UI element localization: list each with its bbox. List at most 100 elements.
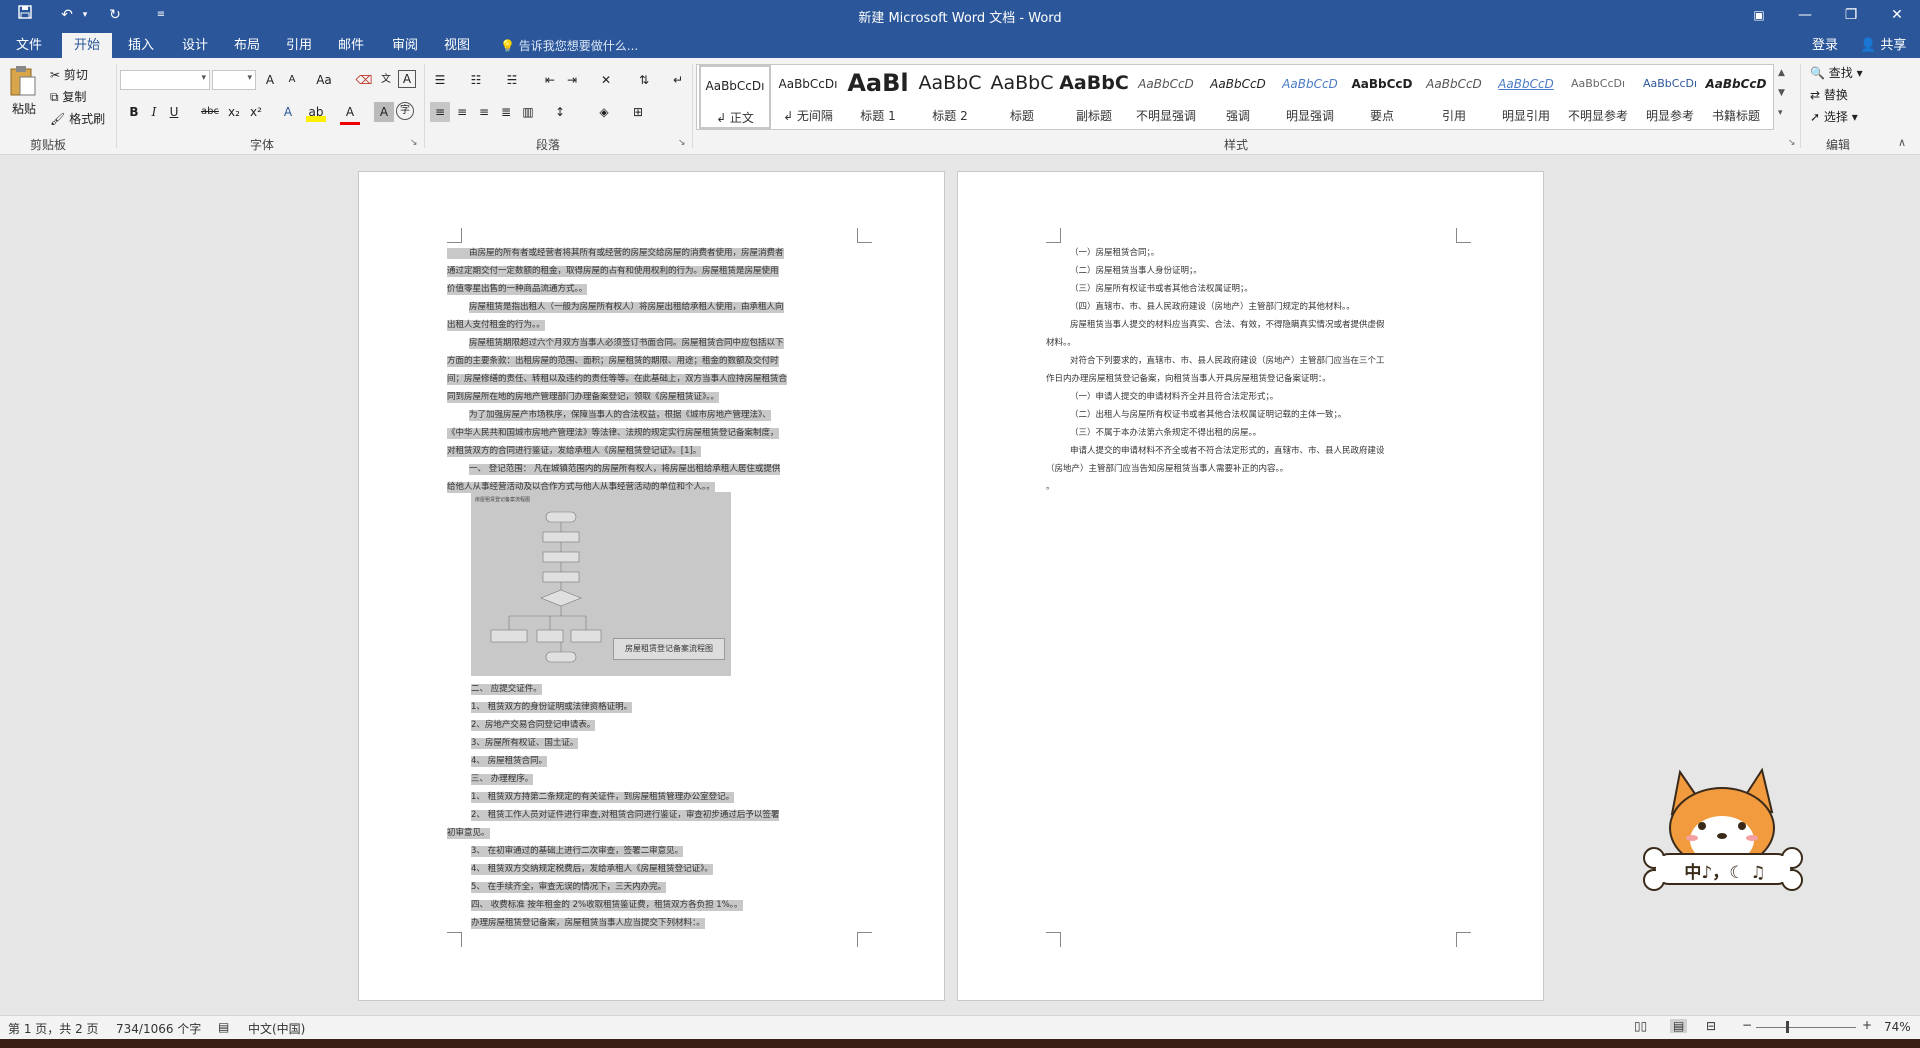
gallery-more-icon[interactable]: ▾: [1778, 108, 1783, 118]
paste-icon[interactable]: [8, 64, 40, 98]
zoom-slider-thumb[interactable]: [1786, 1021, 1789, 1033]
style-no-spacing[interactable]: AaBbCcDı ↲ 无间隔: [773, 65, 843, 129]
tab-layout[interactable]: 布局: [222, 33, 272, 58]
tab-insert[interactable]: 插入: [116, 33, 166, 58]
format-painter-button[interactable]: 🖌 格式刷: [50, 110, 105, 127]
numbering-icon[interactable]: ☷: [466, 70, 486, 90]
char-shading-icon[interactable]: A: [374, 102, 394, 122]
font-size-combo[interactable]: ▾: [212, 70, 256, 90]
style-quote[interactable]: AaBbCcD 引用: [1419, 65, 1489, 129]
style-book-title[interactable]: AaBbCcD 书籍标题: [1705, 65, 1767, 129]
align-center-icon[interactable]: ≡: [452, 102, 472, 122]
grow-font-button[interactable]: A: [260, 70, 280, 90]
tell-me-box[interactable]: 💡 告诉我您想要做什么...: [500, 37, 638, 54]
style-normal[interactable]: AaBbCcDı ↲ 正文: [699, 65, 771, 129]
page-count[interactable]: 第 1 页，共 2 页: [8, 1020, 99, 1037]
minimize-icon[interactable]: —: [1782, 0, 1828, 30]
gallery-scroll-up-icon[interactable]: ▲: [1778, 68, 1785, 78]
style-intense-reference[interactable]: AaBbCcDı 明显参考: [1635, 65, 1705, 129]
paste-button[interactable]: 粘贴: [12, 100, 36, 117]
flowchart-image[interactable]: 房屋租赁登记备案流程图 房屋租赁登记备案流程图: [471, 492, 731, 676]
tab-references[interactable]: 引用: [274, 33, 324, 58]
read-mode-icon[interactable]: ▯▯: [1634, 1019, 1647, 1033]
phonetic-icon[interactable]: 文: [376, 70, 396, 90]
copy-button[interactable]: ⧉ 复制: [50, 88, 86, 105]
word-count[interactable]: 734/1066 个字: [116, 1020, 201, 1037]
subscript-button[interactable]: x₂: [224, 102, 244, 122]
zoom-out-icon[interactable]: −: [1742, 1018, 1752, 1032]
tab-file[interactable]: 文件: [4, 33, 54, 58]
page-1[interactable]: 由房屋的所有者或经营者将其所有或经营的房屋交给房屋的消费者使用，房屋消费者 通过…: [358, 171, 945, 1001]
superscript-button[interactable]: x²: [246, 102, 266, 122]
tab-mailings[interactable]: 邮件: [326, 33, 376, 58]
tab-design[interactable]: 设计: [170, 33, 220, 58]
style-emphasis[interactable]: AaBbCcD 强调: [1203, 65, 1273, 129]
zoom-in-icon[interactable]: +: [1862, 1018, 1872, 1032]
style-subtitle[interactable]: AaBbC 副标题: [1059, 65, 1129, 129]
select-button[interactable]: ➚ 选择 ▾: [1810, 108, 1858, 125]
show-marks-icon[interactable]: ↵: [668, 70, 688, 90]
ribbon-display-icon[interactable]: ▣: [1736, 0, 1782, 30]
tab-review[interactable]: 审阅: [380, 33, 430, 58]
paragraph-dialog-launcher-icon[interactable]: ↘: [678, 138, 686, 148]
zoom-slider-track[interactable]: [1756, 1027, 1856, 1028]
strikethrough-button[interactable]: abc: [198, 102, 222, 122]
styles-dialog-launcher-icon[interactable]: ↘: [1788, 138, 1796, 148]
change-case-button[interactable]: Aa: [310, 70, 338, 90]
underline-button[interactable]: U: [164, 102, 184, 122]
style-title[interactable]: AaBbC 标题: [987, 65, 1057, 129]
italic-button[interactable]: I: [144, 102, 164, 122]
zoom-level[interactable]: 74%: [1884, 1020, 1911, 1034]
language-indicator[interactable]: 中文(中国): [248, 1020, 305, 1037]
style-subtle-emphasis[interactable]: AaBbCcD 不明显强调: [1131, 65, 1201, 129]
justify-icon[interactable]: ≣: [496, 102, 516, 122]
cursor-icon: ➚: [1810, 110, 1821, 124]
font-name-combo[interactable]: ▾: [120, 70, 210, 90]
collapse-ribbon-icon[interactable]: ∧: [1898, 136, 1906, 149]
borders-icon[interactable]: ⊞: [628, 102, 648, 122]
find-button[interactable]: 🔍 查找 ▾: [1810, 64, 1863, 81]
text-effects-icon[interactable]: A: [278, 102, 298, 122]
doc-list-line: 二、 应提交证件。: [471, 684, 542, 695]
decrease-indent-icon[interactable]: ⇤: [540, 70, 560, 90]
shading-icon[interactable]: ◈: [594, 102, 614, 122]
style-intense-emphasis[interactable]: AaBbCcD 明显强调: [1275, 65, 1345, 129]
page-2[interactable]: （一）房屋租赁合同；。 （二）房屋租赁当事人身份证明；。 （三）房屋所有权证书或…: [957, 171, 1544, 1001]
proofing-icon[interactable]: ▤: [218, 1020, 229, 1034]
increase-indent-icon[interactable]: ⇥: [562, 70, 582, 90]
replace-button[interactable]: ⇄ 替换: [1810, 86, 1848, 103]
highlight-icon[interactable]: ab: [306, 102, 326, 122]
share-button[interactable]: 👤 共享: [1848, 33, 1918, 58]
web-layout-icon[interactable]: ⊟: [1706, 1019, 1716, 1033]
style-heading-1[interactable]: AaBl 标题 1: [843, 65, 913, 129]
clear-format-icon[interactable]: ⌫: [354, 70, 374, 90]
char-border-icon[interactable]: A: [398, 70, 416, 88]
gallery-scroll-down-icon[interactable]: ▼: [1778, 88, 1785, 98]
restore-icon[interactable]: ❐: [1828, 0, 1874, 30]
print-layout-icon[interactable]: ▤: [1670, 1019, 1688, 1033]
close-icon[interactable]: ✕: [1874, 0, 1920, 30]
style-subtle-reference[interactable]: AaBbCcDı 不明显参考: [1563, 65, 1633, 129]
asian-layout-icon[interactable]: ✕: [596, 70, 616, 90]
font-dialog-launcher-icon[interactable]: ↘: [410, 138, 418, 148]
tab-view[interactable]: 视图: [432, 33, 482, 58]
bullets-icon[interactable]: ☰: [430, 70, 450, 90]
style-strong[interactable]: AaBbCcD 要点: [1347, 65, 1417, 129]
line-spacing-icon[interactable]: ↕: [550, 102, 570, 122]
enclose-char-icon[interactable]: 字: [396, 102, 414, 120]
distributed-icon[interactable]: ▥: [518, 102, 538, 122]
align-left-icon[interactable]: ≡: [430, 102, 450, 122]
font-color-icon[interactable]: A: [340, 102, 360, 125]
align-right-icon[interactable]: ≡: [474, 102, 494, 122]
bold-button[interactable]: B: [124, 102, 144, 122]
sign-in-link[interactable]: 登录: [1800, 33, 1850, 58]
sort-icon[interactable]: ⇅: [634, 70, 654, 90]
shrink-font-button[interactable]: A: [282, 70, 302, 90]
style-intense-quote[interactable]: AaBbCcD 明显引用: [1491, 65, 1561, 129]
doc-paragraph-line: 出租人支付租金的行为。。: [447, 320, 545, 331]
cut-button[interactable]: ✂ 剪切: [50, 66, 88, 83]
tab-home[interactable]: 开始: [62, 33, 113, 58]
multilevel-list-icon[interactable]: ☵: [502, 70, 522, 90]
taskbar-strip: [0, 1039, 1920, 1048]
style-heading-2[interactable]: AaBbC 标题 2: [915, 65, 985, 129]
